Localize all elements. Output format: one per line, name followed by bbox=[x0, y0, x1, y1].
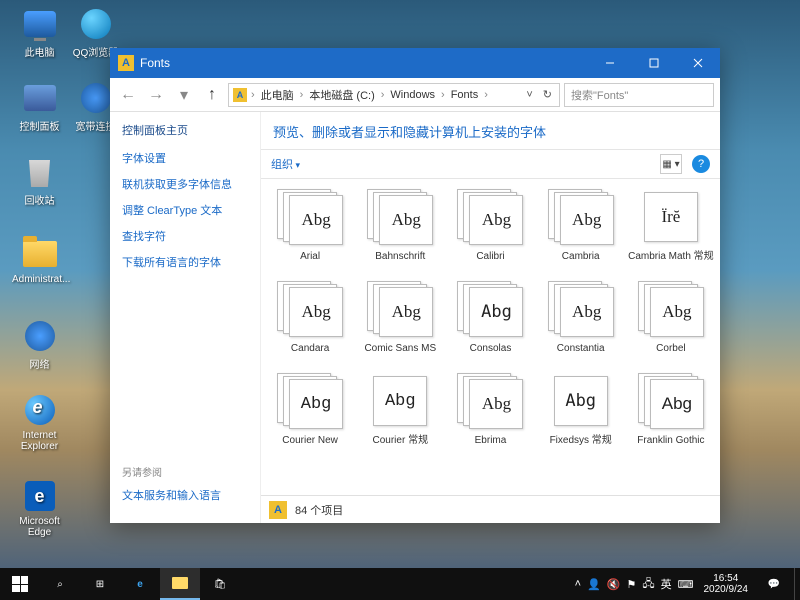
font-name-label: Calibri bbox=[447, 251, 533, 273]
command-bar: 组织 ▦ ▾ ? bbox=[261, 149, 720, 179]
nav-up-button[interactable]: ↑ bbox=[200, 83, 224, 107]
status-icon: A bbox=[269, 501, 287, 519]
close-button[interactable] bbox=[676, 48, 720, 78]
window-body: 控制面板主页 字体设置联机获取更多字体信息调整 ClearType 文本查找字符… bbox=[110, 112, 720, 523]
status-bar: A 84 个项目 bbox=[261, 495, 720, 523]
tray-keyboard-icon[interactable]: ⌨ bbox=[678, 578, 694, 591]
nav-recent-button[interactable]: ▾ bbox=[172, 83, 196, 107]
font-item[interactable]: AbgEbrima bbox=[445, 371, 535, 459]
sidebar-link[interactable]: 字体设置 bbox=[122, 150, 248, 166]
tray-ime-icon[interactable]: 英 bbox=[661, 576, 672, 592]
font-item[interactable]: AbgBahnschrift bbox=[355, 187, 445, 275]
nav-toolbar: ← → ▾ ↑ A › 此电脑 › 本地磁盘 (C:) › Windows › … bbox=[110, 78, 720, 112]
page-heading: 预览、删除或者显示和隐藏计算机上安装的字体 bbox=[261, 112, 720, 149]
show-desktop-button[interactable] bbox=[794, 568, 800, 600]
titlebar[interactable]: A Fonts bbox=[110, 48, 720, 78]
sidebar-home-link[interactable]: 控制面板主页 bbox=[122, 122, 248, 138]
font-item[interactable]: AbgCandara bbox=[265, 279, 355, 367]
font-item[interactable]: ÏrĕCambria Math 常规 bbox=[626, 187, 716, 275]
sidebar-link[interactable]: 下载所有语言的字体 bbox=[122, 254, 248, 270]
main-pane: 预览、删除或者显示和隐藏计算机上安装的字体 组织 ▦ ▾ ? AbgArialA… bbox=[260, 112, 720, 523]
fonts-app-icon: A bbox=[118, 55, 134, 71]
font-name-label: Comic Sans MS bbox=[357, 343, 443, 365]
font-name-label: Ebrima bbox=[447, 435, 533, 457]
breadcrumb-item[interactable]: 此电脑 bbox=[259, 87, 296, 103]
fonts-path-icon: A bbox=[233, 88, 247, 102]
breadcrumb-item[interactable]: 本地磁盘 (C:) bbox=[307, 87, 376, 103]
sidebar-also-link[interactable]: 文本服务和输入语言 bbox=[122, 487, 248, 503]
font-name-label: Cambria bbox=[538, 251, 624, 273]
font-item[interactable]: AbgCorbel bbox=[626, 279, 716, 367]
font-item[interactable]: AbgCambria bbox=[536, 187, 626, 275]
taskbar-store[interactable]: 🛍 bbox=[200, 568, 240, 600]
search-button[interactable]: ⌕ bbox=[40, 568, 80, 600]
organize-menu[interactable]: 组织 bbox=[271, 156, 300, 172]
desktop-icon-recycle[interactable]: 回收站 bbox=[12, 154, 67, 207]
font-item[interactable]: AbgConsolas bbox=[445, 279, 535, 367]
font-name-label: Consolas bbox=[447, 343, 533, 365]
start-button[interactable] bbox=[0, 568, 40, 600]
task-view-button[interactable]: ⊞ bbox=[80, 568, 120, 600]
taskbar-edge[interactable]: e bbox=[120, 568, 160, 600]
desktop-icon-net[interactable]: 网络 bbox=[12, 318, 67, 371]
font-name-label: Courier 常规 bbox=[357, 435, 443, 457]
nav-back-button[interactable]: ← bbox=[116, 83, 140, 107]
sidebar-also-label: 另请参阅 bbox=[122, 464, 248, 479]
status-count: 84 个项目 bbox=[295, 502, 343, 518]
address-bar[interactable]: A › 此电脑 › 本地磁盘 (C:) › Windows › Fonts › … bbox=[228, 83, 560, 107]
desktop-icon-ie[interactable]: Internet Explorer bbox=[12, 392, 67, 452]
system-tray: ˄ 👤 🔇 ⚑ 🖧 英 ⌨ bbox=[571, 575, 698, 594]
window-title: Fonts bbox=[140, 56, 170, 70]
tray-up-icon[interactable]: ˄ bbox=[575, 578, 581, 590]
sidebar: 控制面板主页 字体设置联机获取更多字体信息调整 ClearType 文本查找字符… bbox=[110, 112, 260, 523]
font-item[interactable]: AbgArial bbox=[265, 187, 355, 275]
font-name-label: Constantia bbox=[538, 343, 624, 365]
help-button[interactable]: ? bbox=[692, 155, 710, 173]
font-name-label: Corbel bbox=[628, 343, 714, 365]
font-name-label: Cambria Math 常规 bbox=[628, 251, 714, 273]
font-name-label: Bahnschrift bbox=[357, 251, 443, 273]
font-item[interactable]: AbgComic Sans MS bbox=[355, 279, 445, 367]
sidebar-link[interactable]: 调整 ClearType 文本 bbox=[122, 202, 248, 218]
address-refresh-button[interactable]: ↻ bbox=[540, 88, 555, 101]
font-item[interactable]: AbgConstantia bbox=[536, 279, 626, 367]
search-input[interactable]: 搜索"Fonts" bbox=[564, 83, 714, 107]
taskbar-explorer[interactable] bbox=[160, 568, 200, 600]
font-name-label: Candara bbox=[267, 343, 353, 365]
minimize-button[interactable] bbox=[588, 48, 632, 78]
address-dropdown-button[interactable]: ˅ bbox=[523, 89, 535, 101]
font-item[interactable]: AbgCourier 常规 bbox=[355, 371, 445, 459]
action-center-button[interactable]: 💬 bbox=[754, 568, 794, 600]
tray-volume-icon[interactable]: 🔇 bbox=[607, 578, 621, 591]
taskbar: ⌕ ⊞ e 🛍 ˄ 👤 🔇 ⚑ 🖧 英 ⌨ 16:54 2020/9/24 💬 bbox=[0, 568, 800, 600]
taskbar-clock[interactable]: 16:54 2020/9/24 bbox=[698, 573, 755, 595]
font-name-label: Fixedsys 常规 bbox=[538, 435, 624, 457]
breadcrumb-item[interactable]: Windows bbox=[388, 89, 437, 101]
fonts-window: A Fonts ← → ▾ ↑ A › 此电脑 › 本地磁盘 (C:) › Wi… bbox=[110, 48, 720, 523]
desktop-icon-edge[interactable]: eMicrosoft Edge bbox=[12, 478, 67, 538]
desktop-icon-folder-user[interactable]: Administrat... bbox=[12, 236, 67, 285]
desktop-icon-ctrl[interactable]: 控制面板 bbox=[12, 80, 67, 133]
nav-forward-button[interactable]: → bbox=[144, 83, 168, 107]
font-name-label: Franklin Gothic bbox=[628, 435, 714, 457]
font-name-label: Arial bbox=[267, 251, 353, 273]
tray-network-icon[interactable]: 🖧 bbox=[642, 575, 654, 594]
font-grid: AbgArialAbgBahnschriftAbgCalibriAbgCambr… bbox=[261, 179, 720, 495]
font-item[interactable]: AbgCalibri bbox=[445, 187, 535, 275]
maximize-button[interactable] bbox=[632, 48, 676, 78]
sidebar-link[interactable]: 查找字符 bbox=[122, 228, 248, 244]
font-item[interactable]: AbgCourier New bbox=[265, 371, 355, 459]
font-name-label: Courier New bbox=[267, 435, 353, 457]
tray-shield-icon[interactable]: ⚑ bbox=[626, 578, 636, 591]
font-item[interactable]: AbgFranklin Gothic bbox=[626, 371, 716, 459]
desktop-icon-computer[interactable]: 此电脑 bbox=[12, 6, 67, 59]
tray-people-icon[interactable]: 👤 bbox=[587, 578, 601, 591]
sidebar-link[interactable]: 联机获取更多字体信息 bbox=[122, 176, 248, 192]
font-item[interactable]: AbgFixedsys 常规 bbox=[536, 371, 626, 459]
view-mode-button[interactable]: ▦ ▾ bbox=[660, 154, 682, 174]
breadcrumb-item[interactable]: Fonts bbox=[449, 89, 481, 101]
